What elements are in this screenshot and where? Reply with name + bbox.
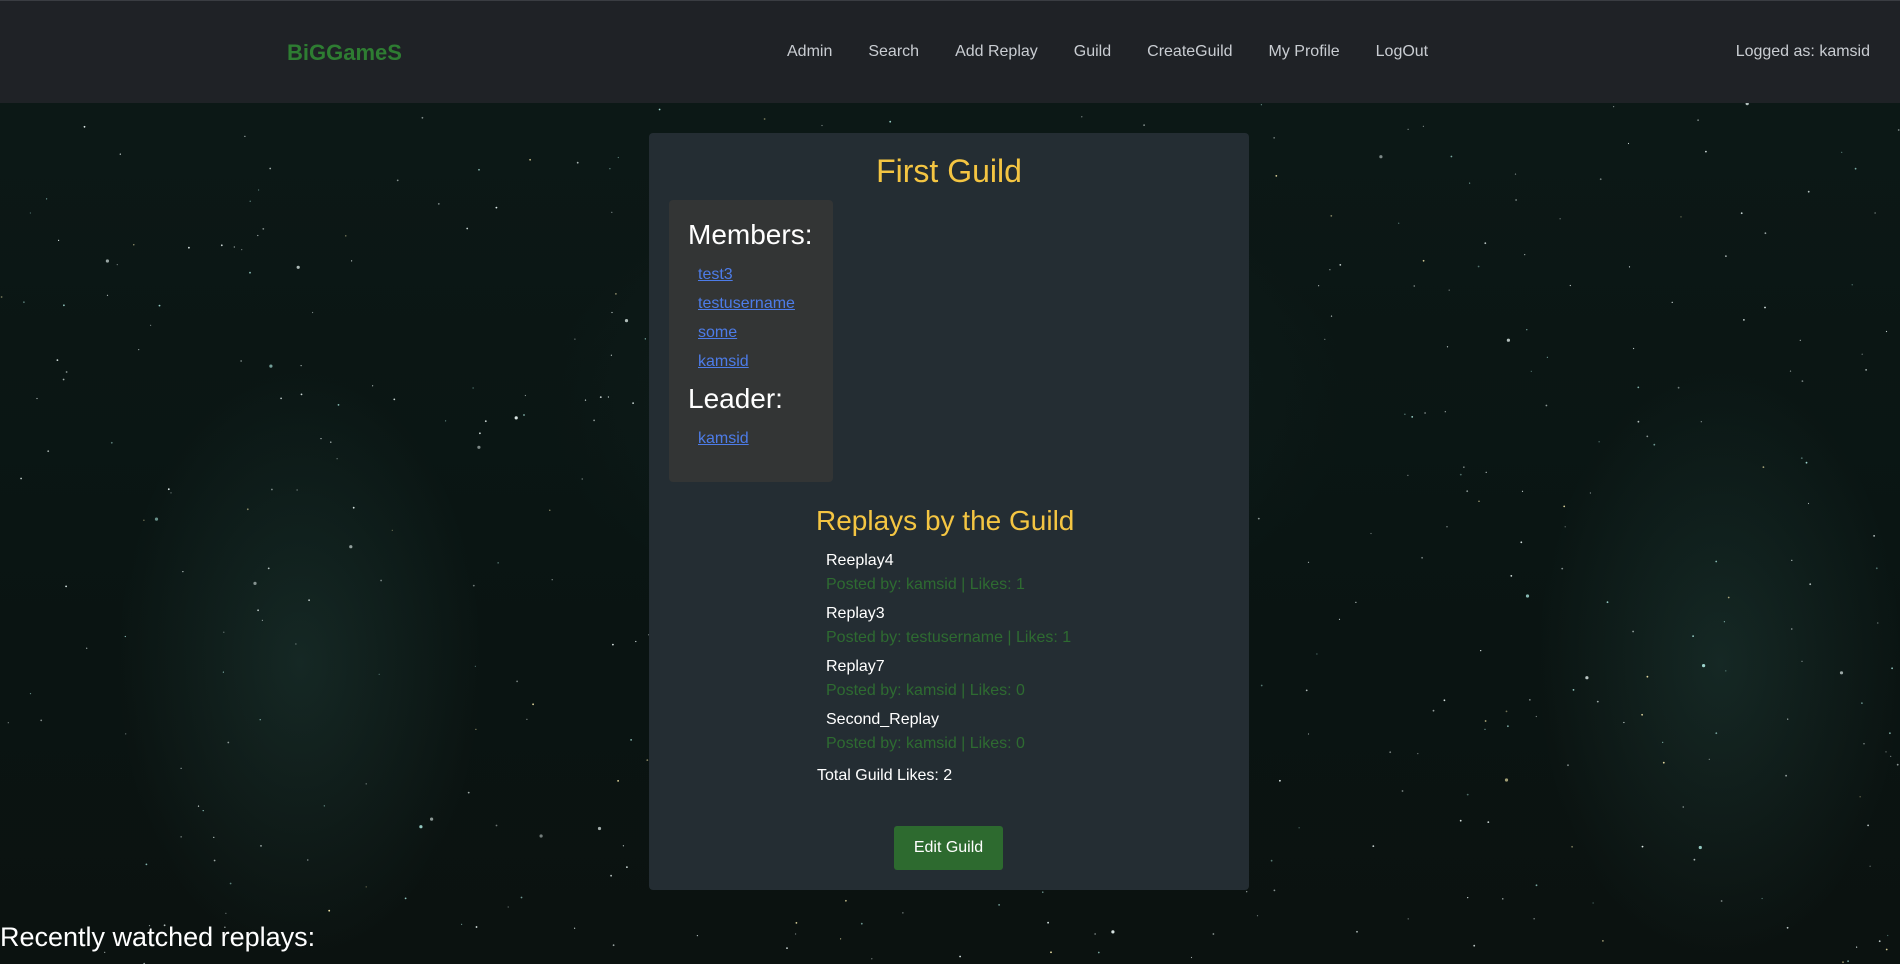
replay-meta: Posted by: kamsid | Likes: 1 xyxy=(826,576,1025,593)
member-list: test3 testusername some kamsid xyxy=(698,265,795,381)
top-navbar: BiGGameS Admin Search Add Replay Guild C… xyxy=(0,0,1900,103)
member-item: test3 xyxy=(698,265,795,294)
guild-title: First Guild xyxy=(876,153,1022,189)
replay-name[interactable]: Replay3 xyxy=(826,604,1071,624)
nav-guild[interactable]: Guild xyxy=(1074,43,1111,61)
nav-add-replay[interactable]: Add Replay xyxy=(955,43,1038,61)
member-link[interactable]: some xyxy=(698,324,737,341)
main-nav: Admin Search Add Replay Guild CreateGuil… xyxy=(787,43,1464,61)
nav-my-profile[interactable]: My Profile xyxy=(1269,43,1340,61)
replay-item: Reeplay4 Posted by: kamsid | Likes: 1 xyxy=(826,551,1071,604)
replay-item: Replay3 Posted by: testusername | Likes:… xyxy=(826,604,1071,657)
member-item: kamsid xyxy=(698,352,795,381)
edit-guild-button[interactable]: Edit Guild xyxy=(894,826,1003,870)
nav-create-guild[interactable]: CreateGuild xyxy=(1147,43,1232,61)
member-link[interactable]: kamsid xyxy=(698,353,749,370)
replay-name[interactable]: Second_Replay xyxy=(826,710,1071,730)
member-item: testusername xyxy=(698,294,795,323)
replays-heading: Replays by the Guild xyxy=(816,505,1075,536)
members-panel: Members: test3 testusername some kamsid … xyxy=(669,200,833,482)
replay-meta: Posted by: kamsid | Likes: 0 xyxy=(826,682,1025,699)
replay-name[interactable]: Reeplay4 xyxy=(826,551,1071,571)
recently-watched-heading: Recently watched replays: xyxy=(0,922,316,952)
replay-item: Replay7 Posted by: kamsid | Likes: 0 xyxy=(826,657,1071,710)
replay-meta: Posted by: kamsid | Likes: 0 xyxy=(826,735,1025,752)
replay-meta: Posted by: testusername | Likes: 1 xyxy=(826,629,1072,646)
replay-item: Second_Replay Posted by: kamsid | Likes:… xyxy=(826,710,1071,763)
brand-logo[interactable]: BiGGameS xyxy=(287,40,402,66)
logged-user-status: Logged as: kamsid xyxy=(1735,43,1870,60)
leader-heading: Leader: xyxy=(688,383,783,414)
replay-name[interactable]: Replay7 xyxy=(826,657,1071,677)
members-heading: Members: xyxy=(688,219,813,250)
nav-admin[interactable]: Admin xyxy=(787,43,832,61)
member-link[interactable]: test3 xyxy=(698,266,733,283)
member-item: some xyxy=(698,323,795,352)
leader-link[interactable]: kamsid xyxy=(698,430,749,448)
replay-list: Reeplay4 Posted by: kamsid | Likes: 1 Re… xyxy=(826,551,1071,763)
nav-search[interactable]: Search xyxy=(868,43,919,61)
member-link[interactable]: testusername xyxy=(698,295,795,312)
nav-logout[interactable]: LogOut xyxy=(1376,43,1428,61)
total-guild-likes: Total Guild Likes: 2 xyxy=(817,767,953,784)
guild-card: First Guild Members: test3 testusername … xyxy=(649,133,1249,890)
